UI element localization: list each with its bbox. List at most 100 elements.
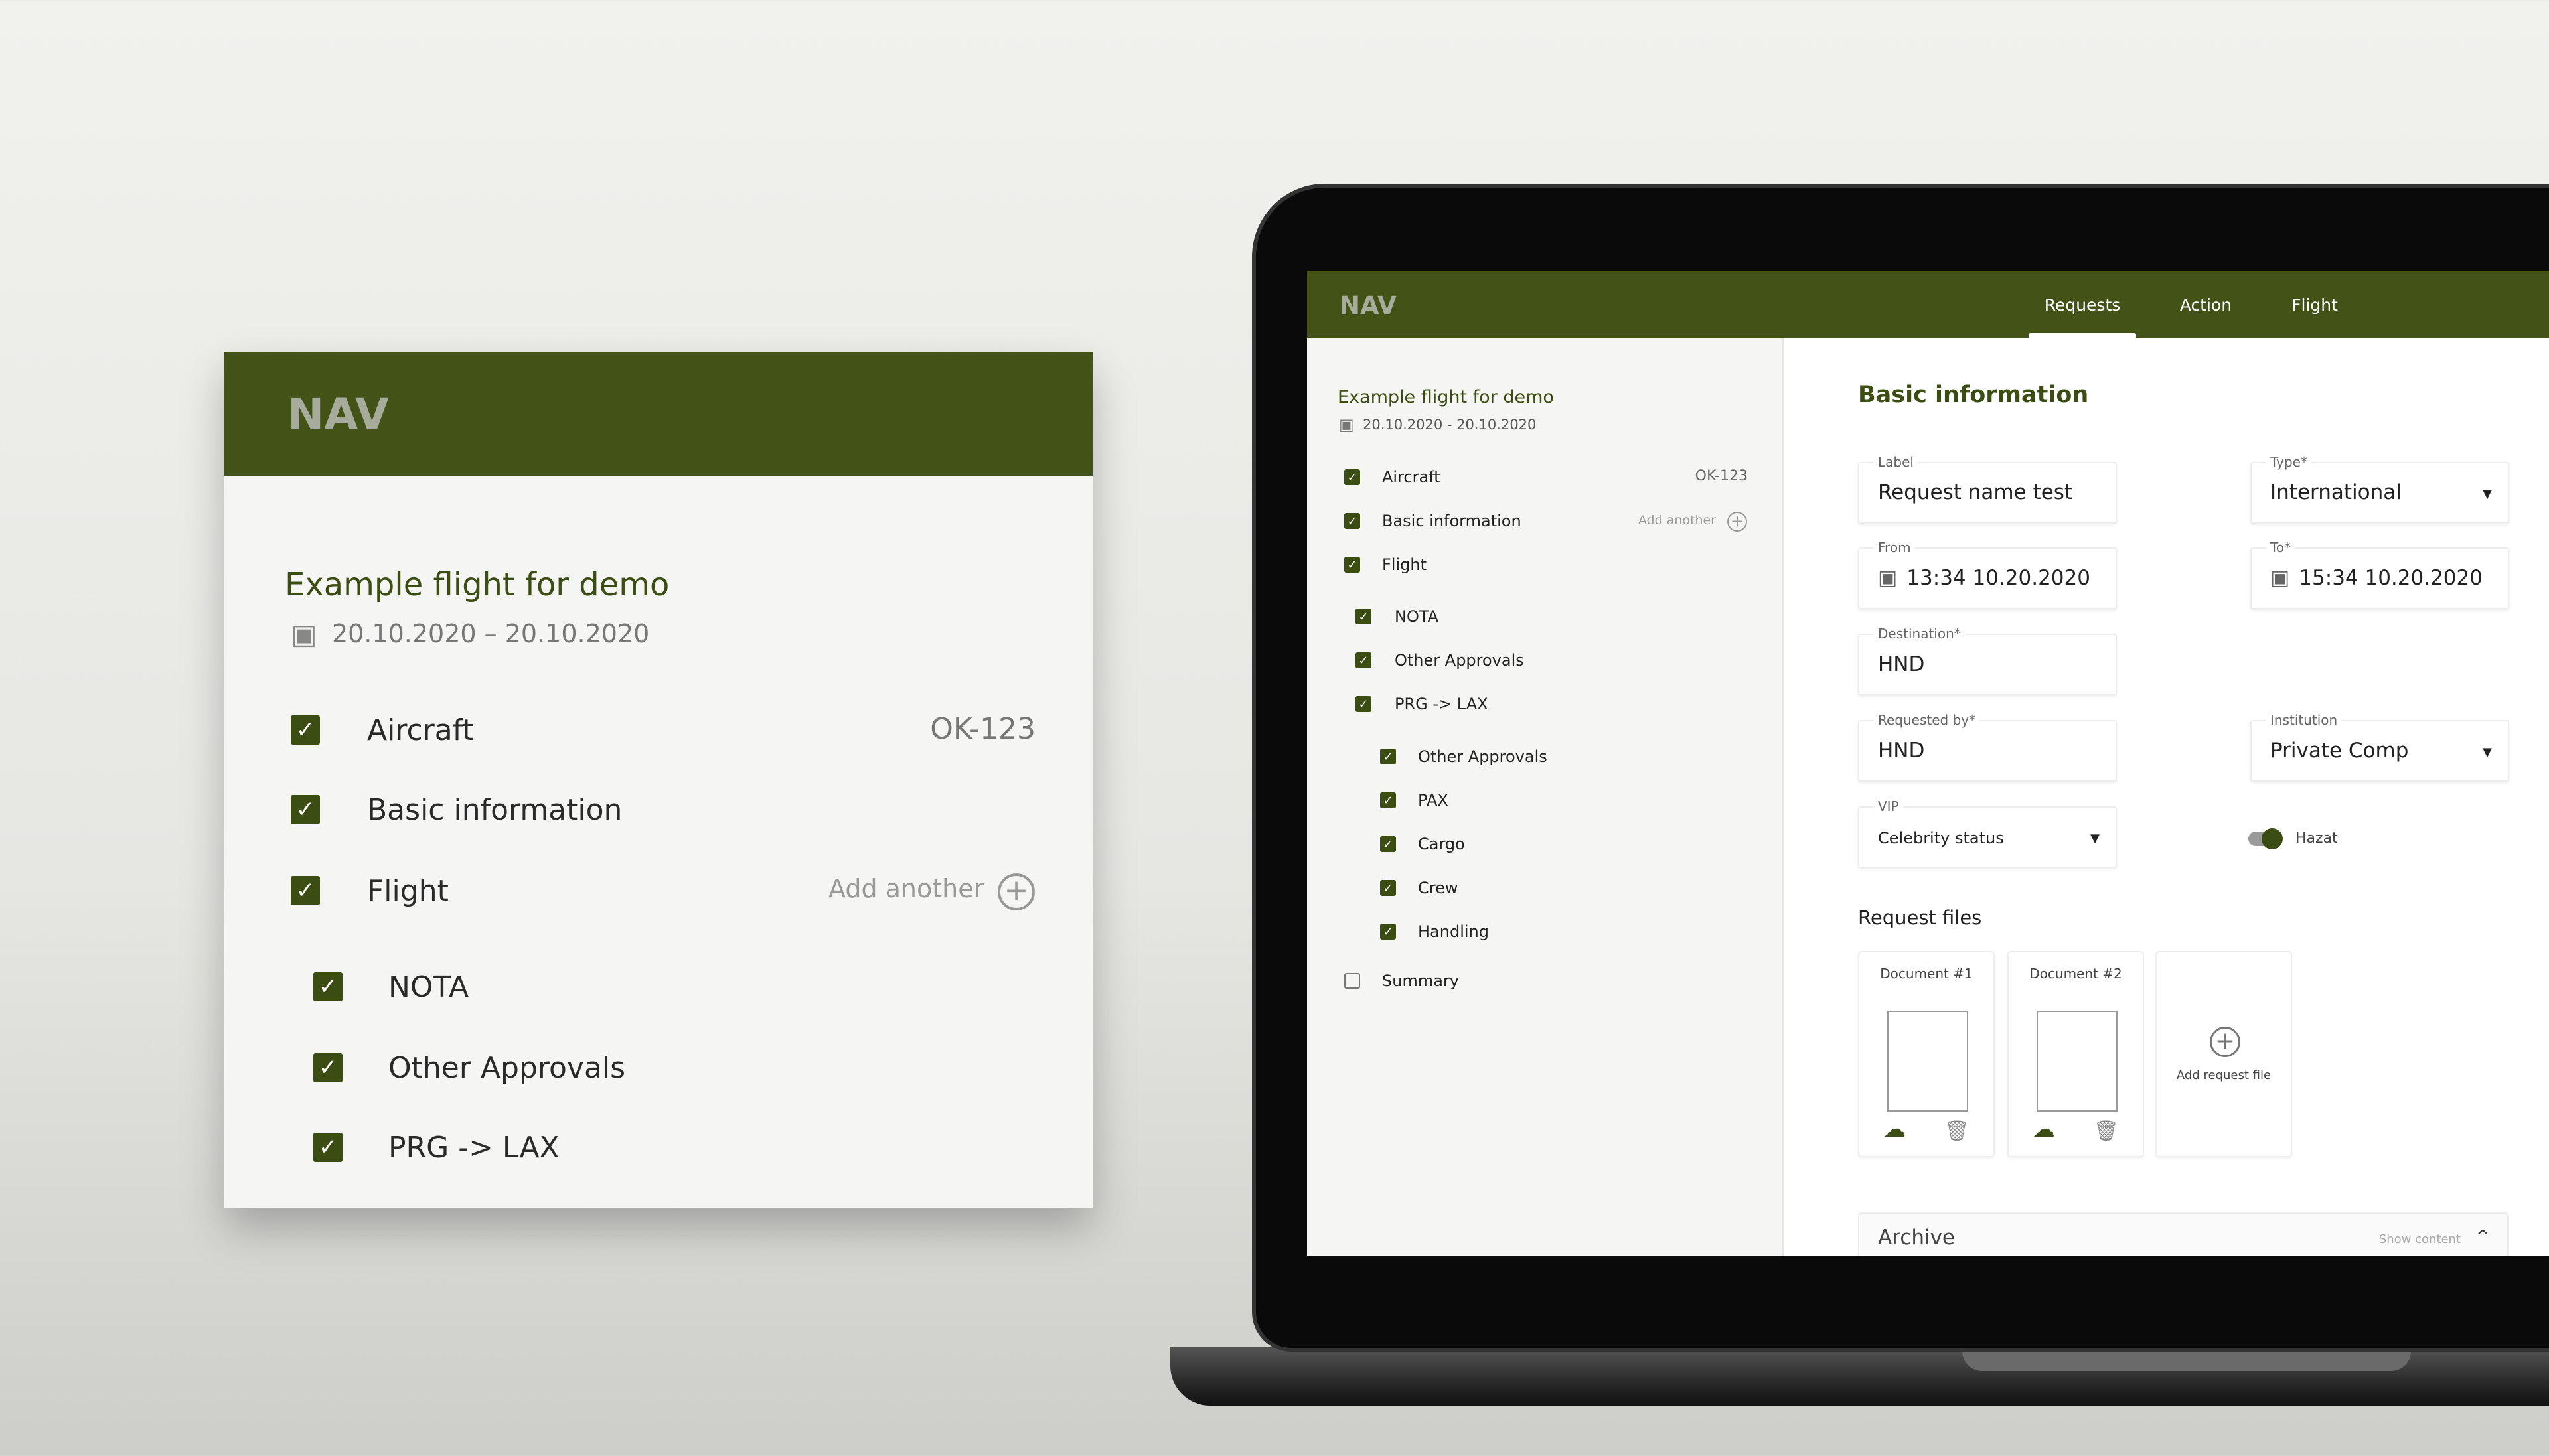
sidebar-checkbox[interactable]: ✓ <box>1344 513 1360 529</box>
calendar-icon: ▣ <box>1339 415 1354 434</box>
field-label: To* <box>2266 540 2295 555</box>
sidebar-item[interactable]: Other Approvals <box>1418 747 1547 766</box>
field-label: Type* <box>2266 454 2311 470</box>
plus-circle-icon[interactable]: + <box>1727 512 1747 532</box>
sidebar-add-another[interactable]: Add another <box>1638 513 1716 528</box>
field-value: Request name test <box>1878 480 2073 504</box>
sidebar-item[interactable]: Basic information <box>1382 512 1521 530</box>
sidebar-item[interactable]: PRG -> LAX <box>1395 695 1488 713</box>
checkbox-prg-lax[interactable]: ✓ <box>313 1133 343 1162</box>
field-value: International <box>2270 480 2402 504</box>
sidebar-aircraft-value: OK-123 <box>1695 468 1748 484</box>
sidebar-flight-date: 20.10.2020 - 20.10.2020 <box>1363 417 1537 433</box>
vip-select[interactable]: VIP Celebrity status ▼ <box>1858 798 2117 868</box>
sidebar-item[interactable]: NOTA <box>1395 607 1438 626</box>
card-logo: NAV <box>287 389 389 440</box>
sidebar-item[interactable]: Cargo <box>1418 835 1465 853</box>
institution-select[interactable]: Institution Private Comp ▼ <box>2250 712 2509 782</box>
card-add-another[interactable]: Add another <box>828 874 984 903</box>
card-item-nota[interactable]: NOTA <box>388 970 469 1004</box>
card-aircraft-value: OK-123 <box>930 712 1036 746</box>
document-card[interactable]: Document #1 ☁ 🗑 <box>1858 951 1995 1157</box>
toggle-knob <box>2262 828 2283 849</box>
laptop-screen: NAV Requests Action Flight Example fligh… <box>1307 271 2549 1256</box>
field-label: Requested by* <box>1874 712 1980 728</box>
calendar-icon: ▣ <box>291 618 317 650</box>
sidebar-item[interactable]: Flight <box>1382 555 1427 574</box>
card-item-aircraft[interactable]: Aircraft <box>367 713 474 747</box>
sidebar-item[interactable]: Other Approvals <box>1395 651 1524 670</box>
card-header: NAV <box>224 352 1093 476</box>
type-select[interactable]: Type* International ▼ <box>2250 454 2509 524</box>
sidebar-checkbox[interactable]: ✓ <box>1380 749 1396 764</box>
sidebar-checkbox[interactable]: ✓ <box>1344 469 1360 485</box>
plus-circle-icon[interactable]: + <box>998 873 1035 910</box>
sidebar-checkbox[interactable]: ✓ <box>1380 924 1396 940</box>
calendar-icon: ▣ <box>2270 566 2290 590</box>
section-heading: Basic information <box>1858 382 2089 408</box>
card-item-basic-information[interactable]: Basic information <box>367 793 622 827</box>
field-value: Private Comp <box>2270 739 2409 763</box>
document-card[interactable]: Document #2 ☁ 🗑 <box>2007 951 2144 1157</box>
sidebar-checkbox[interactable] <box>1344 973 1360 989</box>
sidebar: Example flight for demo ▣ 20.10.2020 - 2… <box>1307 338 1784 1256</box>
archive-panel[interactable]: Archive Show content ^ <box>1858 1212 2509 1256</box>
card-item-flight[interactable]: Flight <box>367 874 449 908</box>
calendar-icon: ▣ <box>1878 566 1898 590</box>
field-label: Destination* <box>1874 626 1965 642</box>
requested-by-field[interactable]: Requested by* HND <box>1858 712 2117 782</box>
document-preview <box>2037 1011 2118 1112</box>
document-title: Document #1 <box>1880 966 1973 982</box>
checkbox-basic-information[interactable]: ✓ <box>291 795 320 824</box>
tab-requests[interactable]: Requests <box>2045 295 2121 315</box>
sidebar-checkbox[interactable]: ✓ <box>1355 652 1371 668</box>
archive-title: Archive <box>1878 1226 1955 1250</box>
chevron-up-icon[interactable]: ^ <box>2475 1227 2490 1247</box>
sidebar-checkbox[interactable]: ✓ <box>1380 880 1396 896</box>
tab-action[interactable]: Action <box>2180 295 2232 315</box>
sidebar-checkbox[interactable]: ✓ <box>1344 557 1360 573</box>
field-label: VIP <box>1874 798 1903 814</box>
hazat-toggle[interactable] <box>2248 828 2283 849</box>
sidebar-item[interactable]: PAX <box>1418 791 1448 810</box>
cloud-download-icon[interactable]: ☁ <box>1883 1116 1906 1143</box>
sidebar-item[interactable]: Summary <box>1382 972 1459 990</box>
card-item-prg-lax[interactable]: PRG -> LAX <box>388 1131 560 1165</box>
checkbox-aircraft[interactable]: ✓ <box>291 715 320 745</box>
checkbox-flight[interactable]: ✓ <box>291 876 320 905</box>
card-flight-date: 20.10.2020 – 20.10.2020 <box>332 619 650 648</box>
document-title: Document #2 <box>2029 966 2122 982</box>
field-label: From <box>1874 540 1915 555</box>
dropdown-arrow-icon: ▼ <box>2483 745 2492 759</box>
tab-flight[interactable]: Flight <box>2291 295 2338 315</box>
sidebar-checkbox[interactable]: ✓ <box>1355 696 1371 712</box>
sidebar-item[interactable]: Aircraft <box>1382 468 1440 486</box>
field-label: Label <box>1874 454 1918 470</box>
label-field[interactable]: Label Request name test <box>1858 454 2117 524</box>
destination-field[interactable]: Destination* HND <box>1858 626 2117 695</box>
add-request-file-button[interactable]: + Add request file <box>2155 951 2292 1157</box>
sidebar-checkbox[interactable]: ✓ <box>1380 836 1396 852</box>
dropdown-arrow-icon: ▼ <box>2483 487 2492 501</box>
sidebar-checkbox[interactable]: ✓ <box>1380 792 1396 808</box>
checkbox-other-approvals[interactable]: ✓ <box>313 1053 343 1082</box>
from-field[interactable]: From ▣ 13:34 10.20.2020 <box>1858 540 2117 609</box>
trash-icon[interactable]: 🗑 <box>1944 1120 1970 1143</box>
checkbox-nota[interactable]: ✓ <box>313 972 343 1001</box>
field-value: HND <box>1878 739 1925 763</box>
top-nav: NAV Requests Action Flight <box>1307 271 2549 338</box>
show-content-toggle[interactable]: Show content <box>2379 1232 2461 1246</box>
sidebar-checkbox[interactable]: ✓ <box>1355 609 1371 624</box>
card-item-other-approvals[interactable]: Other Approvals <box>388 1051 625 1085</box>
to-field[interactable]: To* ▣ 15:34 10.20.2020 <box>2250 540 2509 609</box>
add-file-label: Add request file <box>2176 1068 2272 1082</box>
field-value: 15:34 10.20.2020 <box>2299 566 2483 590</box>
plus-circle-icon: + <box>2210 1027 2240 1057</box>
cloud-download-icon[interactable]: ☁ <box>2033 1116 2055 1143</box>
sidebar-item[interactable]: Crew <box>1418 879 1458 897</box>
active-tab-indicator <box>2029 333 2136 338</box>
trash-icon[interactable]: 🗑 <box>2094 1120 2119 1143</box>
dropdown-arrow-icon: ▼ <box>2090 832 2100 845</box>
sidebar-item[interactable]: Handling <box>1418 922 1489 941</box>
request-files-heading: Request files <box>1858 907 1982 929</box>
